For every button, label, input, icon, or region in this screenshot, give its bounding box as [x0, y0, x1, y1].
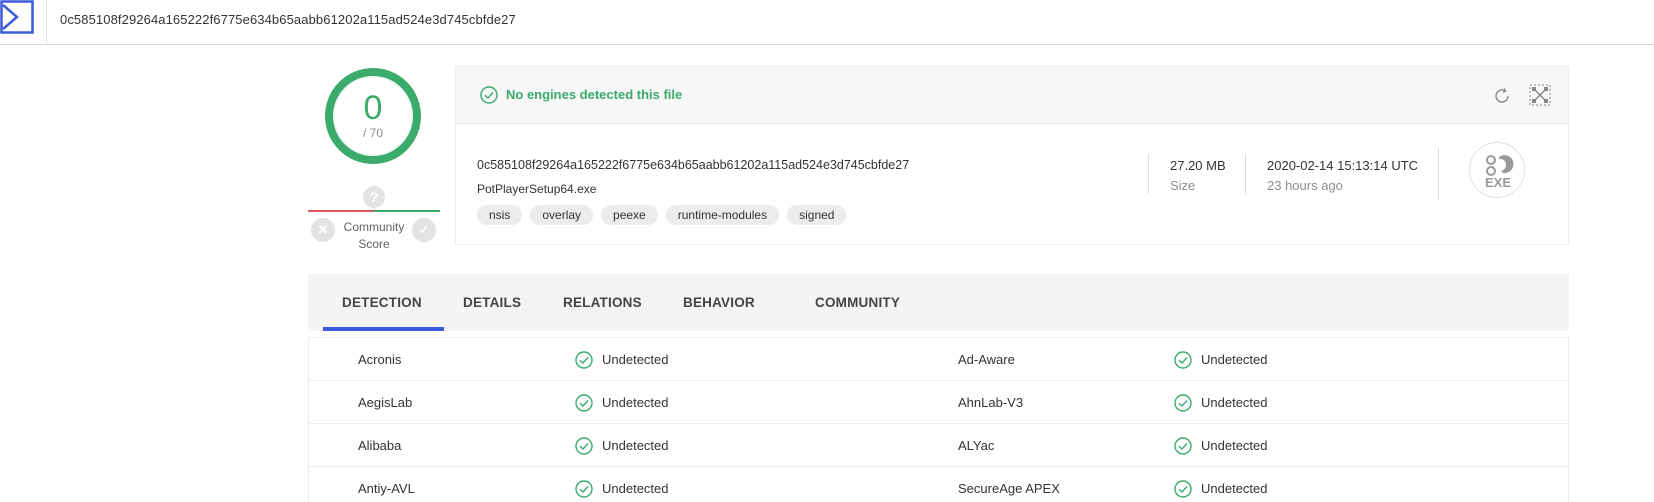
file-tags: nsis overlay peexe runtime-modules signe… [477, 205, 847, 225]
table-row: Antiy-AVL Undetected SecureAge APEX Unde… [309, 467, 1568, 502]
search-input[interactable]: 0c585108f29264a165222f6775e634b65aabb612… [60, 12, 516, 27]
analysis-date: 2020-02-14 15:13:14 UTC [1267, 158, 1419, 173]
engine-result: Undetected [1201, 395, 1268, 410]
banner-message: No engines detected this file [506, 87, 683, 102]
exe-file-type-icon: EXE [1469, 142, 1525, 198]
file-type-label: EXE [1484, 175, 1511, 190]
tab-relations[interactable]: RELATIONS [563, 295, 642, 310]
undetected-check-icon [575, 480, 593, 498]
community-label-line2: Score [358, 237, 390, 251]
separator [1148, 154, 1149, 194]
undetected-check-icon [1174, 351, 1192, 369]
engine-result: Undetected [602, 481, 669, 496]
community-positive-bar [374, 210, 440, 212]
file-hash[interactable]: 0c585108f29264a165222f6775e634b65aabb612… [477, 158, 909, 172]
engine-total: / 70 [362, 126, 383, 140]
undetected-check-icon [1174, 437, 1192, 455]
engine-name: Acronis [358, 352, 402, 367]
file-size-label: Size [1170, 178, 1196, 193]
similar-files-icon[interactable] [1528, 83, 1552, 107]
engine-name: AhnLab-V3 [958, 395, 1024, 410]
engine-result: Undetected [602, 352, 669, 367]
tag-nsis[interactable]: nsis [477, 205, 523, 225]
detection-score-ring: 0 / 70 [323, 66, 423, 166]
downvote-button[interactable]: ✕ [311, 218, 335, 242]
topbar-divider [46, 0, 47, 45]
community-negative-bar [308, 210, 374, 212]
community-score-label: Community Score [336, 219, 412, 253]
reanalyze-icon[interactable] [1492, 86, 1512, 106]
undetected-check-icon [575, 394, 593, 412]
tab-behavior[interactable]: BEHAVIOR [683, 295, 755, 310]
tag-runtime-modules[interactable]: runtime-modules [665, 205, 780, 225]
tag-peexe[interactable]: peexe [601, 205, 658, 225]
engine-name: SecureAge APEX [958, 481, 1060, 496]
engine-result: Undetected [1201, 352, 1268, 367]
virustotal-logo-icon[interactable] [0, 0, 34, 34]
separator [1438, 148, 1439, 200]
community-label-line1: Community [343, 220, 405, 234]
file-size-value: 27.20 MB [1170, 158, 1226, 173]
engine-result: Undetected [1201, 438, 1268, 453]
undetected-check-icon [575, 351, 593, 369]
engine-name: AegisLab [358, 395, 413, 410]
file-details-card: 0c585108f29264a165222f6775e634b65aabb612… [455, 123, 1569, 245]
engine-result: Undetected [1201, 481, 1268, 496]
separator [1245, 154, 1246, 194]
engine-name: ALYac [958, 438, 995, 453]
report-tabs: DETECTION DETAILS RELATIONS BEHAVIOR COM… [308, 274, 1569, 331]
file-name: PotPlayerSetup64.exe [477, 182, 597, 196]
detections-table: Acronis Undetected Ad-Aware Undetected A… [308, 337, 1569, 502]
check-circle-icon [480, 86, 498, 104]
engine-name: Ad-Aware [958, 352, 1015, 367]
active-tab-indicator [323, 327, 444, 331]
tag-overlay[interactable]: overlay [530, 205, 594, 225]
undetected-check-icon [575, 437, 593, 455]
engine-result: Undetected [602, 438, 669, 453]
engine-name: Alibaba [358, 438, 402, 453]
engine-result: Undetected [602, 395, 669, 410]
upvote-button[interactable]: ✓ [412, 218, 436, 242]
engine-name: Antiy-AVL [358, 481, 415, 496]
top-bar: 0c585108f29264a165222f6775e634b65aabb612… [0, 0, 1654, 45]
table-row: AegisLab Undetected AhnLab-V3 Undetected [309, 381, 1568, 424]
analysis-age: 23 hours ago [1267, 178, 1343, 193]
detection-banner: No engines detected this file [455, 66, 1569, 123]
undetected-check-icon [1174, 394, 1192, 412]
undetected-check-icon [1174, 480, 1192, 498]
gears-icon [1486, 155, 1514, 176]
table-row: Alibaba Undetected ALYac Undetected [309, 424, 1568, 467]
tab-detection[interactable]: DETECTION [342, 295, 422, 310]
tag-signed[interactable]: signed [787, 205, 847, 225]
tab-details[interactable]: DETAILS [463, 295, 521, 310]
detection-count: 0 [363, 89, 383, 127]
table-row: Acronis Undetected Ad-Aware Undetected [309, 338, 1568, 381]
tab-community[interactable]: COMMUNITY [815, 295, 900, 310]
